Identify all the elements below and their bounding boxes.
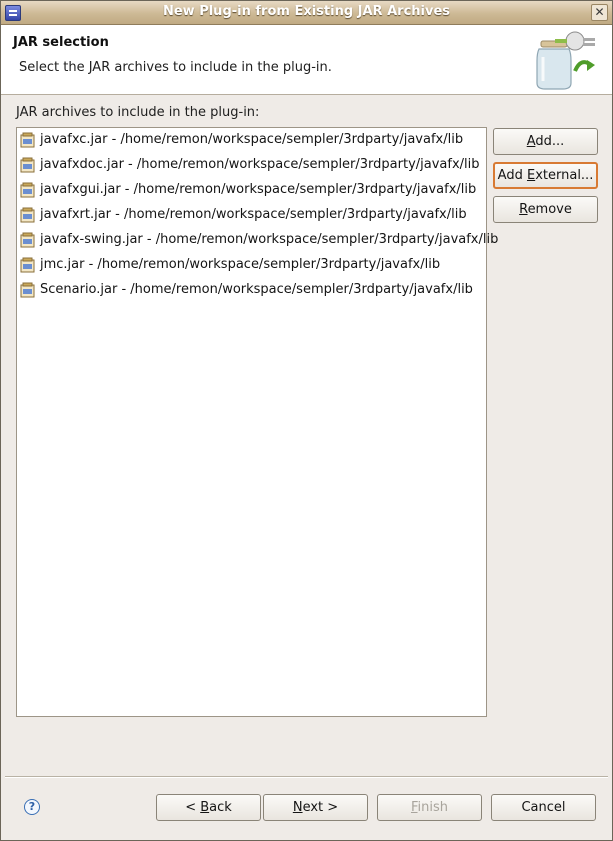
remove-label-rest: emove	[527, 202, 572, 217]
dialog-window: New Plug-in from Existing JAR Archives ✕…	[0, 0, 613, 841]
help-icon[interactable]: ?	[24, 799, 40, 815]
back-button[interactable]: < Back	[156, 794, 261, 821]
jar-label: javafxrt.jar - /home/remon/workspace/sem…	[40, 207, 467, 222]
finish-label-rest: inish	[417, 800, 449, 815]
jar-label: jmc.jar - /home/remon/workspace/sempler/…	[40, 257, 441, 272]
add-external-mnemonic: E	[526, 168, 536, 183]
page-description: Select the JAR archives to include in th…	[19, 60, 332, 75]
page-title: JAR selection	[13, 35, 109, 50]
add-label-rest: dd...	[535, 134, 565, 149]
jar-file-icon	[20, 232, 36, 248]
jar-label: Scenario.jar - /home/remon/workspace/sem…	[40, 282, 473, 297]
cancel-button[interactable]: Cancel	[491, 794, 596, 821]
add-external-label-pre: Add	[497, 168, 527, 183]
back-mnemonic: B	[200, 800, 210, 815]
jar-archives-list[interactable]: javafxc.jar - /home/remon/workspace/semp…	[16, 127, 498, 717]
plugin-jar-wizard-icon	[536, 31, 595, 90]
add-button[interactable]: Add...	[493, 128, 598, 155]
jar-label: javafxdoc.jar - /home/remon/workspace/se…	[40, 157, 480, 172]
window-title: New Plug-in from Existing JAR Archives	[162, 4, 451, 19]
jar-file-icon	[20, 207, 36, 223]
back-label-pre: <	[185, 800, 201, 815]
remove-button[interactable]: Remove	[493, 196, 598, 223]
jar-list-label: JAR archives to include in the plug-in:	[16, 105, 260, 120]
next-label-rest: ext >	[302, 800, 339, 815]
title-bar[interactable]: New Plug-in from Existing JAR Archives ✕	[1, 1, 612, 25]
back-label-rest: ack	[209, 800, 232, 815]
next-button[interactable]: Next >	[263, 794, 368, 821]
jar-file-icon	[20, 157, 36, 173]
remove-mnemonic: R	[519, 202, 528, 217]
wizard-header: JAR selection Select the JAR archives to…	[1, 25, 612, 95]
add-external-button[interactable]: Add External...	[493, 162, 598, 189]
jar-file-icon	[20, 132, 36, 148]
close-button[interactable]: ✕	[591, 4, 608, 21]
jar-label: javafxc.jar - /home/remon/workspace/semp…	[40, 132, 464, 147]
jar-label: javafxgui.jar - /home/remon/workspace/se…	[40, 182, 477, 197]
jar-label: javafx-swing.jar - /home/remon/workspace…	[40, 232, 499, 247]
jar-file-icon	[20, 182, 36, 198]
next-mnemonic: N	[292, 800, 303, 815]
add-external-label-rest: xternal...	[535, 168, 594, 183]
footer-separator	[5, 776, 608, 778]
jar-file-icon	[20, 257, 36, 273]
jar-file-icon	[20, 282, 36, 298]
finish-button[interactable]: Finish	[377, 794, 482, 821]
